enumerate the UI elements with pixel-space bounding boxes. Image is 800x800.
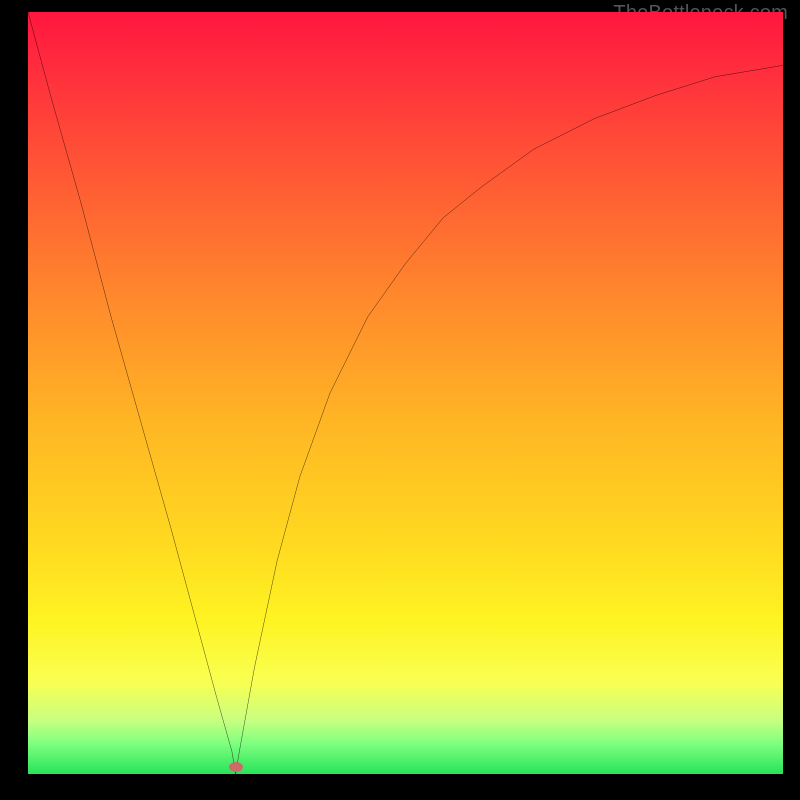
curve-svg <box>28 12 783 774</box>
chart-frame: TheBottleneck.com <box>0 0 800 800</box>
bottleneck-curve <box>28 12 783 774</box>
minimum-marker <box>229 762 243 772</box>
plot-area <box>28 12 783 774</box>
